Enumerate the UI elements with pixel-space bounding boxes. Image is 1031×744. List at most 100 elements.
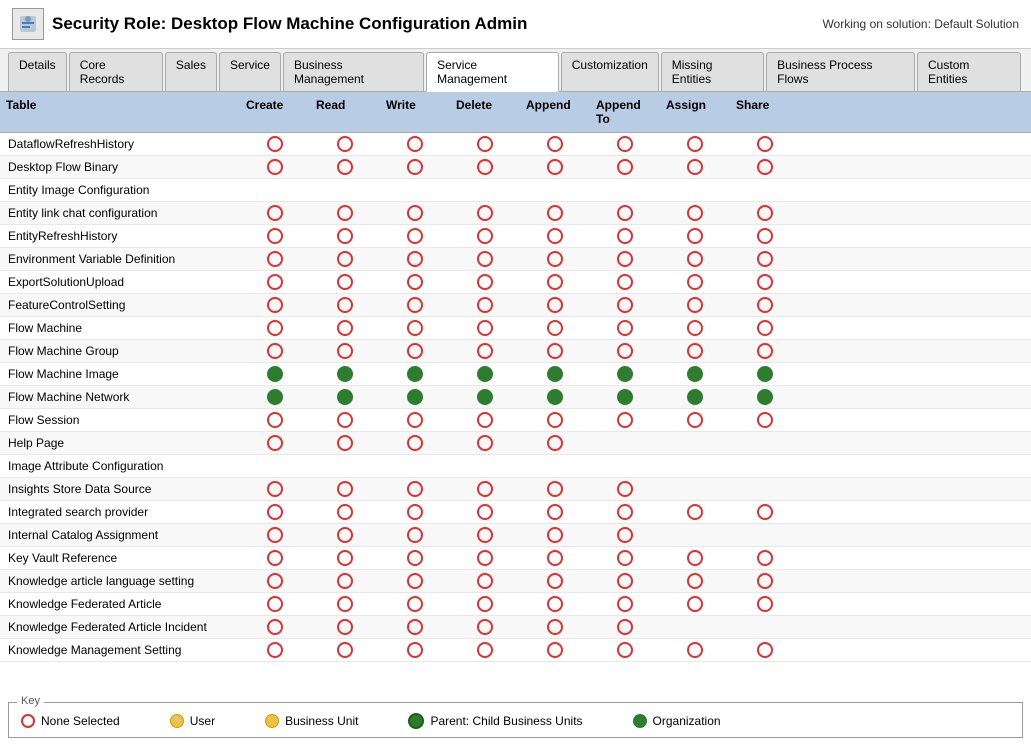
table-cell-share[interactable]	[730, 524, 800, 546]
table-cell-write[interactable]	[380, 455, 450, 477]
table-cell-delete[interactable]	[450, 225, 520, 247]
table-cell-create[interactable]	[240, 570, 310, 592]
table-cell-assign[interactable]	[660, 225, 730, 247]
table-cell-create[interactable]	[240, 593, 310, 615]
table-cell-write[interactable]	[380, 593, 450, 615]
table-cell-write[interactable]	[380, 133, 450, 155]
table-cell-appendto[interactable]	[590, 202, 660, 224]
table-cell-append[interactable]	[520, 639, 590, 661]
circle-none-icon[interactable]	[407, 159, 423, 175]
table-cell-share[interactable]	[730, 156, 800, 178]
table-cell-assign[interactable]	[660, 455, 730, 477]
circle-none-icon[interactable]	[337, 573, 353, 589]
circle-none-icon[interactable]	[267, 205, 283, 221]
table-cell-read[interactable]	[310, 409, 380, 431]
circle-none-icon[interactable]	[547, 343, 563, 359]
tab-service-management[interactable]: Service Management	[426, 52, 559, 92]
circle-none-icon[interactable]	[617, 343, 633, 359]
table-cell-read[interactable]	[310, 294, 380, 316]
table-cell-delete[interactable]	[450, 317, 520, 339]
table-cell-append[interactable]	[520, 133, 590, 155]
circle-none-icon[interactable]	[617, 297, 633, 313]
table-cell-share[interactable]	[730, 639, 800, 661]
circle-none-icon[interactable]	[547, 596, 563, 612]
circle-none-icon[interactable]	[547, 481, 563, 497]
table-cell-delete[interactable]	[450, 133, 520, 155]
circle-none-icon[interactable]	[477, 136, 493, 152]
table-cell-share[interactable]	[730, 386, 800, 408]
tab-missing-entities[interactable]: Missing Entities	[661, 52, 764, 91]
table-cell-append[interactable]	[520, 294, 590, 316]
table-cell-write[interactable]	[380, 432, 450, 454]
table-cell-assign[interactable]	[660, 317, 730, 339]
circle-none-icon[interactable]	[407, 320, 423, 336]
circle-none-icon[interactable]	[337, 412, 353, 428]
circle-none-icon[interactable]	[267, 274, 283, 290]
table-cell-create[interactable]	[240, 202, 310, 224]
circle-none-icon[interactable]	[617, 320, 633, 336]
table-cell-write[interactable]	[380, 179, 450, 201]
circle-none-icon[interactable]	[267, 228, 283, 244]
table-cell-appendto[interactable]	[590, 570, 660, 592]
circle-none-icon[interactable]	[617, 527, 633, 543]
table-cell-read[interactable]	[310, 478, 380, 500]
table-cell-append[interactable]	[520, 570, 590, 592]
table-cell-read[interactable]	[310, 570, 380, 592]
table-cell-create[interactable]	[240, 133, 310, 155]
table-cell-append[interactable]	[520, 478, 590, 500]
table-cell-create[interactable]	[240, 524, 310, 546]
table-cell-delete[interactable]	[450, 524, 520, 546]
tab-custom-entities[interactable]: Custom Entities	[917, 52, 1021, 91]
table-cell-write[interactable]	[380, 340, 450, 362]
circle-none-icon[interactable]	[407, 228, 423, 244]
table-cell-delete[interactable]	[450, 271, 520, 293]
table-cell-assign[interactable]	[660, 179, 730, 201]
table-cell-create[interactable]	[240, 156, 310, 178]
table-cell-appendto[interactable]	[590, 363, 660, 385]
table-cell-share[interactable]	[730, 570, 800, 592]
circle-none-icon[interactable]	[337, 320, 353, 336]
circle-none-icon[interactable]	[547, 527, 563, 543]
circle-none-icon[interactable]	[687, 343, 703, 359]
tab-details[interactable]: Details	[8, 52, 67, 91]
table-cell-appendto[interactable]	[590, 524, 660, 546]
table-cell-append[interactable]	[520, 616, 590, 638]
circle-none-icon[interactable]	[337, 205, 353, 221]
circle-none-icon[interactable]	[617, 159, 633, 175]
circle-none-icon[interactable]	[617, 205, 633, 221]
table-cell-delete[interactable]	[450, 156, 520, 178]
table-cell-append[interactable]	[520, 524, 590, 546]
table-cell-append[interactable]	[520, 225, 590, 247]
table-cell-share[interactable]	[730, 432, 800, 454]
table-cell-assign[interactable]	[660, 593, 730, 615]
circle-none-icon[interactable]	[477, 343, 493, 359]
circle-none-icon[interactable]	[267, 596, 283, 612]
table-cell-write[interactable]	[380, 202, 450, 224]
table-cell-write[interactable]	[380, 294, 450, 316]
table-cell-assign[interactable]	[660, 639, 730, 661]
table-cell-write[interactable]	[380, 386, 450, 408]
circle-none-icon[interactable]	[547, 320, 563, 336]
table-cell-assign[interactable]	[660, 340, 730, 362]
table-cell-assign[interactable]	[660, 570, 730, 592]
table-cell-assign[interactable]	[660, 363, 730, 385]
table-cell-appendto[interactable]	[590, 432, 660, 454]
table-cell-appendto[interactable]	[590, 248, 660, 270]
tab-core-records[interactable]: Core Records	[69, 52, 163, 91]
circle-none-icon[interactable]	[757, 320, 773, 336]
table-cell-appendto[interactable]	[590, 340, 660, 362]
table-cell-share[interactable]	[730, 501, 800, 523]
circle-none-icon[interactable]	[477, 412, 493, 428]
circle-none-icon[interactable]	[757, 343, 773, 359]
table-cell-assign[interactable]	[660, 478, 730, 500]
circle-none-icon[interactable]	[617, 412, 633, 428]
circle-none-icon[interactable]	[757, 642, 773, 658]
table-cell-create[interactable]	[240, 317, 310, 339]
circle-none-icon[interactable]	[477, 504, 493, 520]
circle-none-icon[interactable]	[617, 251, 633, 267]
circle-none-icon[interactable]	[687, 228, 703, 244]
table-cell-read[interactable]	[310, 363, 380, 385]
table-cell-delete[interactable]	[450, 478, 520, 500]
circle-none-icon[interactable]	[407, 136, 423, 152]
table-cell-create[interactable]	[240, 294, 310, 316]
